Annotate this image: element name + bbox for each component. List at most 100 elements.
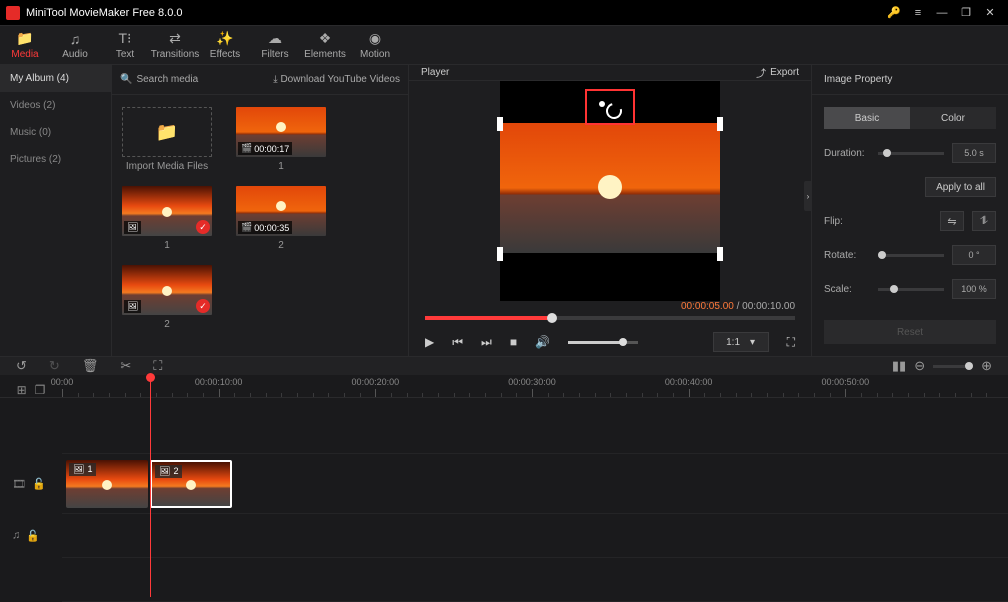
filters-icon: ☁ — [268, 30, 282, 47]
key-icon[interactable]: 🔑 — [882, 4, 906, 22]
volume-icon[interactable]: 🔊 — [535, 335, 550, 349]
lock-icon[interactable]: 🔓 — [32, 477, 46, 490]
stop-button[interactable]: ■ — [510, 335, 517, 349]
rotate-slider[interactable] — [878, 254, 944, 257]
type-badge: 🖼 — [124, 221, 141, 234]
tab-elements[interactable]: ❖Elements — [300, 26, 350, 64]
player-title: Player — [421, 67, 449, 78]
menu-icon[interactable]: ≡ — [906, 4, 930, 22]
maximize-button[interactable]: ❐ — [954, 4, 978, 22]
rotate-value[interactable]: 0 ° — [952, 245, 996, 265]
download-youtube[interactable]: ⤓ Download YouTube Videos — [273, 74, 400, 85]
zoom-in-button[interactable]: ⊕ — [981, 358, 992, 374]
lock-icon[interactable]: 🔓 — [26, 529, 40, 542]
tab-text[interactable]: T⁝Text — [100, 26, 150, 64]
tab-label: Filters — [261, 49, 288, 60]
folder-plus-icon: 📁 — [156, 122, 178, 143]
apply-to-all-button[interactable]: Apply to all — [925, 177, 996, 197]
scale-slider[interactable] — [878, 288, 944, 291]
tab-effects[interactable]: ✨Effects — [200, 26, 250, 64]
library-tree: My Album (4) Videos (2) Music (0) Pictur… — [0, 65, 112, 356]
delete-button[interactable]: 🗑 — [82, 358, 99, 374]
audio-track-icon[interactable]: ♫ — [12, 529, 20, 542]
add-track-icon[interactable]: ⊞ — [17, 383, 27, 397]
fullscreen-button[interactable]: ⛶ — [787, 335, 795, 350]
ruler-label: 00:00:30:00 — [508, 377, 556, 387]
library-item-my-album[interactable]: My Album (4) — [0, 65, 111, 92]
video-track-icon[interactable]: 🎞 — [12, 477, 26, 490]
download-icon: ⤓ — [273, 74, 277, 85]
export-icon: ⤴ — [756, 65, 766, 80]
resize-handle-tl[interactable] — [497, 117, 503, 131]
tab-color[interactable]: Color — [910, 107, 996, 129]
media-panel: 🔍Search media ⤓ Download YouTube Videos … — [112, 65, 409, 356]
volume-slider[interactable] — [568, 341, 638, 344]
tab-filters[interactable]: ☁ Filters — [250, 26, 300, 64]
search-media[interactable]: 🔍Search media — [120, 74, 198, 85]
next-frame-button[interactable]: ⏭ — [481, 335, 492, 350]
video-track[interactable]: 🎞🔓 🖼1 🖼2 — [62, 454, 1008, 514]
reset-button[interactable]: Reset — [824, 320, 996, 344]
flip-row: Flip: ⇋ ⥮ — [824, 211, 996, 231]
undo-button[interactable]: ↺ — [16, 358, 27, 374]
tab-audio[interactable]: ♫Audio — [50, 26, 100, 64]
library-item-pictures[interactable]: Pictures (2) — [0, 146, 111, 173]
media-item[interactable]: 🎬00:00:17 1 — [236, 107, 326, 172]
duration-slider[interactable] — [878, 152, 944, 155]
tab-label: Media — [11, 49, 38, 60]
aspect-ratio-select[interactable]: 1:1▾ — [713, 332, 769, 352]
check-icon: ✓ — [196, 299, 210, 313]
library-item-music[interactable]: Music (0) — [0, 119, 111, 146]
ruler-label: 00:00:50:00 — [822, 377, 870, 387]
prev-frame-button[interactable]: ⏮ — [452, 335, 463, 350]
import-media-cell[interactable]: 📁 Import Media Files — [122, 107, 212, 172]
duration-value[interactable]: 5.0 s — [952, 143, 996, 163]
preview-image[interactable] — [500, 123, 720, 253]
library-item-videos[interactable]: Videos (2) — [0, 92, 111, 119]
search-icon: 🔍 — [120, 74, 132, 85]
zoom-out-button[interactable]: ⊖ — [914, 358, 925, 374]
play-button[interactable]: ▶ — [425, 335, 434, 349]
redo-button[interactable]: ↻ — [49, 358, 60, 374]
resize-handle-bl[interactable] — [497, 247, 503, 261]
timeline-ruler[interactable]: ⊞ ❐ 00:0000:00:10:0000:00:20:0000:00:30:… — [0, 375, 1008, 398]
export-button[interactable]: ⤴Export — [756, 65, 799, 80]
media-item[interactable]: 🖼 ✓ 2 — [122, 265, 212, 330]
timeline-clip-selected[interactable]: 🖼2 — [150, 460, 232, 508]
media-item[interactable]: 🖼 ✓ 1 — [122, 186, 212, 251]
scale-row: Scale: 100 % — [824, 279, 996, 299]
timeline: ↺ ↻ 🗑 ✂ ⛶ ▮▮ ⊖ ⊕ ⊞ ❐ 00:0000:00:10:0000:… — [0, 356, 1008, 602]
crop-button[interactable]: ⛶ — [153, 358, 162, 374]
resize-handle-tr[interactable] — [717, 117, 723, 131]
collapse-properties[interactable]: › — [804, 181, 812, 211]
seek-bar[interactable] — [425, 316, 795, 320]
primary-tabs: 📁 Media ♫Audio T⁝Text ⇄Transitions ✨Effec… — [0, 26, 1008, 64]
flip-vertical-button[interactable]: ⥮ — [972, 211, 996, 231]
fit-button[interactable]: ▮▮ — [892, 358, 906, 374]
tab-transitions[interactable]: ⇄Transitions — [150, 26, 200, 64]
timeline-clip[interactable]: 🖼1 — [66, 460, 148, 508]
preview-canvas[interactable] — [500, 81, 720, 301]
minimize-button[interactable]: — — [930, 4, 954, 22]
media-panel-header: 🔍Search media ⤓ Download YouTube Videos — [112, 65, 408, 95]
flip-horizontal-button[interactable]: ⇋ — [940, 211, 964, 231]
folder-icon: 📁 — [16, 30, 33, 47]
playhead[interactable] — [150, 375, 151, 597]
tab-media[interactable]: 📁 Media — [0, 26, 50, 64]
media-caption: 2 — [164, 319, 170, 330]
tracks-icon[interactable]: ❐ — [35, 383, 46, 397]
resize-handle-br[interactable] — [717, 247, 723, 261]
zoom-slider[interactable] — [933, 365, 973, 368]
clip-number: 2 — [173, 466, 178, 477]
player-stage[interactable] — [409, 81, 811, 301]
tab-motion[interactable]: ◉Motion — [350, 26, 400, 64]
audio-track[interactable]: ♫🔓 — [62, 514, 1008, 558]
rotate-handle[interactable] — [585, 89, 635, 125]
media-item[interactable]: 🎬00:00:35 2 — [236, 186, 326, 251]
tab-basic[interactable]: Basic — [824, 107, 910, 129]
split-button[interactable]: ✂ — [120, 358, 131, 374]
scale-value[interactable]: 100 % — [952, 279, 996, 299]
rotate-label: Rotate: — [824, 250, 870, 261]
ruler-label: 00:00:20:00 — [352, 377, 400, 387]
close-button[interactable]: ✕ — [978, 4, 1002, 22]
